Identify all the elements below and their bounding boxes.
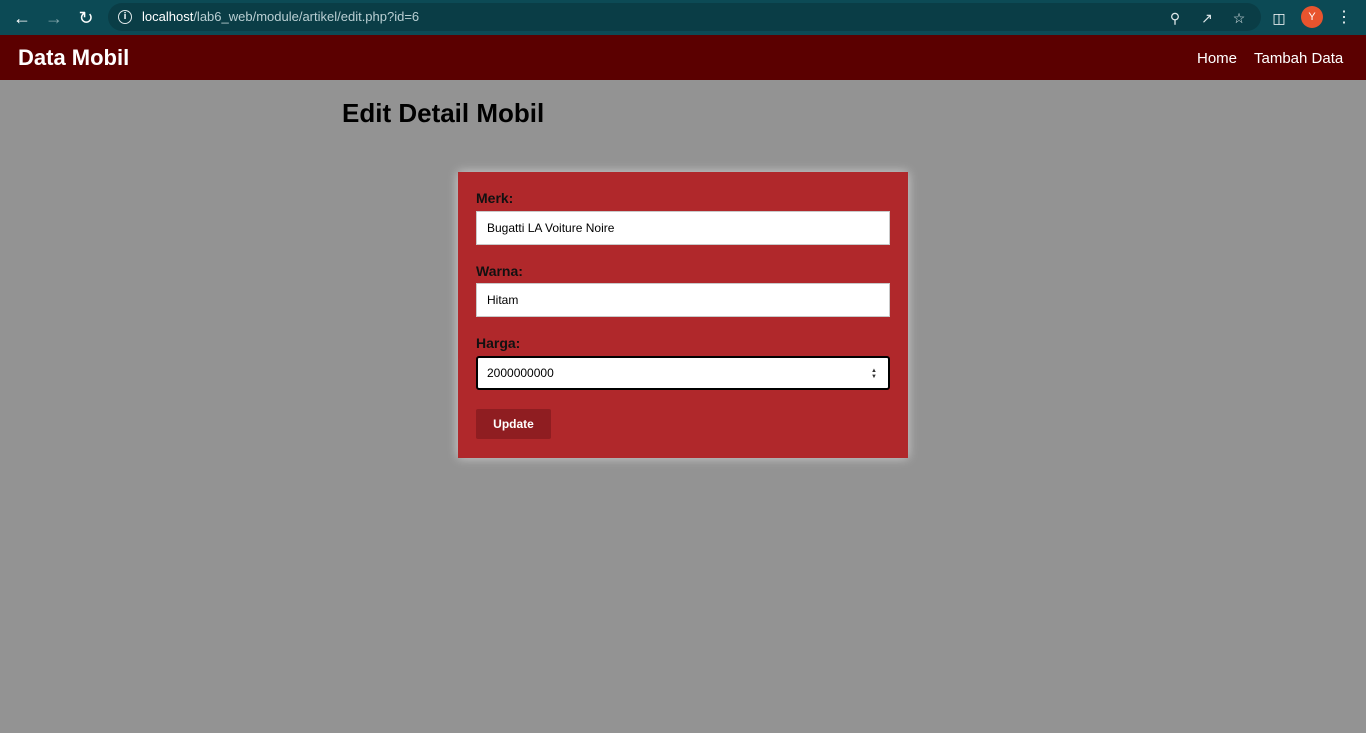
merk-input[interactable] — [476, 211, 890, 245]
share-icon[interactable]: ↗ — [1198, 9, 1216, 27]
warna-label: Warna: — [476, 263, 523, 279]
number-spinner-icon[interactable]: ▲ ▼ — [868, 367, 880, 381]
zoom-icon[interactable]: ⚲ — [1166, 9, 1184, 27]
warna-input[interactable] — [476, 283, 890, 317]
url-host: localhost — [142, 9, 194, 24]
harga-input[interactable] — [476, 356, 890, 390]
site-navbar: Data Mobil Home Tambah Data — [0, 35, 1366, 80]
forward-icon[interactable]: → — [43, 7, 65, 29]
avatar[interactable]: Y — [1301, 6, 1323, 28]
reload-icon[interactable]: ↻ — [75, 7, 97, 29]
edit-form: Merk: Warna: Harga: ▲▼ Update — [458, 172, 908, 458]
page-title: Edit Detail Mobil — [342, 98, 545, 128]
url-path: /lab6_web/module/artikel/edit.php?id=6 — [193, 9, 420, 24]
harga-label: Harga: — [476, 335, 521, 351]
address-bar[interactable]: i localhost/lab6_web/module/artikel/edit… — [108, 3, 1261, 31]
nav-home-link[interactable]: Home — [1197, 50, 1237, 67]
menu-icon[interactable]: ⋮ — [1333, 7, 1355, 29]
merk-label: Merk: — [476, 190, 514, 206]
back-icon[interactable]: ← — [11, 7, 33, 29]
star-icon[interactable]: ☆ — [1230, 9, 1248, 27]
update-button[interactable]: Update — [476, 409, 551, 439]
nav-tambah-data-link[interactable]: Tambah Data — [1254, 50, 1343, 67]
url-text[interactable]: localhost/lab6_web/module/artikel/edit.p… — [142, 9, 419, 24]
sidepanel-icon[interactable]: ◫ — [1268, 7, 1290, 29]
brand-title[interactable]: Data Mobil — [18, 45, 129, 71]
info-icon[interactable]: i — [118, 10, 132, 24]
browser-toolbar: ← → ↻ i localhost/lab6_web/module/artike… — [0, 0, 1366, 35]
